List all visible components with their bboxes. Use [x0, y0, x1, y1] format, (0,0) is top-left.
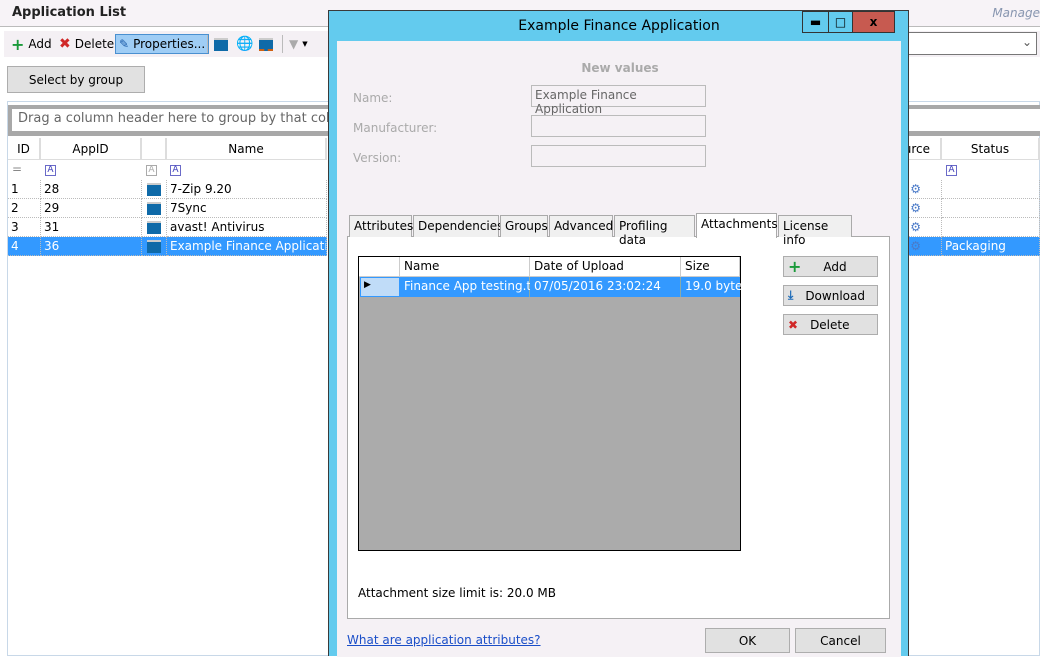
tab-profiling-data[interactable]: Profiling data — [614, 215, 695, 247]
size-limit-text: Attachment size limit is: 20.0 MB — [358, 586, 557, 600]
screen-button[interactable] — [256, 34, 276, 54]
tab-license-info[interactable]: License info — [778, 215, 852, 247]
minimize-button[interactable]: ▬ — [802, 11, 829, 33]
name-field[interactable]: Example Finance Application — [531, 85, 706, 116]
app-title: Application List — [12, 5, 127, 20]
cell-name: 7-Zip 9.20 — [167, 180, 327, 199]
section-title: New values — [581, 61, 659, 75]
column-header-appid[interactable]: AppID — [41, 138, 142, 160]
cancel-button[interactable]: Cancel — [795, 628, 886, 653]
attachment-name[interactable]: Finance App testing.txt — [400, 277, 543, 297]
column-header-status[interactable]: Status — [942, 138, 1040, 160]
cell-id: 2 — [8, 199, 41, 218]
window-icon — [214, 37, 228, 51]
text-filter-icon[interactable]: A — [170, 165, 181, 176]
select-by-group-button[interactable]: Select by group — [7, 66, 145, 93]
application-icon — [147, 182, 161, 196]
tab-groups[interactable]: Groups — [500, 215, 548, 237]
screen-icon — [259, 37, 273, 51]
globe-icon: 🌐 — [236, 36, 254, 52]
properties-button[interactable]: ✎ Properties... — [115, 34, 210, 54]
close-button[interactable]: x — [852, 11, 895, 33]
cell-status — [942, 180, 1040, 199]
manufacturer-label: Manufacturer: — [353, 121, 438, 135]
cell-id: 3 — [8, 218, 41, 237]
chevron-down-icon: ⌄ — [1021, 35, 1032, 49]
package-icon: ⚙ — [910, 239, 921, 253]
application-icon — [147, 239, 161, 253]
column-header-icon[interactable] — [142, 138, 167, 160]
row-selector[interactable]: ▶ — [360, 277, 400, 297]
delete-attachment-button[interactable]: ✖ Delete — [783, 314, 878, 335]
tab-advanced[interactable]: Advanced — [549, 215, 613, 237]
package-icon: ⚙ — [910, 182, 921, 196]
column-header-id[interactable]: ID — [8, 138, 41, 160]
tab-attachments[interactable]: Attachments — [696, 213, 778, 238]
equals-icon: = — [12, 162, 23, 176]
close-icon: ✖ — [59, 36, 71, 52]
dropdown-select[interactable]: ⌄ — [908, 32, 1037, 55]
pencil-icon: ✎ — [119, 37, 130, 51]
column-header-name[interactable]: Name — [400, 257, 530, 277]
add-attachment-button[interactable]: + Add — [783, 256, 878, 277]
cell-name: avast! Antivirus — [167, 218, 327, 237]
maximize-icon: □ — [834, 15, 847, 29]
plus-icon: + — [11, 34, 25, 54]
cell-icon — [142, 199, 167, 218]
close-icon: x — [869, 15, 878, 29]
cell-appid: 36 — [41, 237, 142, 256]
tab-dependencies[interactable]: Dependencies — [413, 215, 503, 237]
text-filter-icon[interactable]: A — [45, 165, 56, 176]
manufacturer-field[interactable] — [531, 115, 706, 137]
application-icon — [147, 220, 161, 234]
name-label: Name: — [353, 91, 393, 105]
package-icon: ⚙ — [910, 220, 921, 234]
add-button[interactable]: + Add — [8, 34, 55, 54]
application-icon — [147, 201, 161, 215]
filter-icon: ▼ — [289, 37, 299, 51]
help-link[interactable]: What are application attributes? — [347, 633, 541, 647]
cell-icon — [142, 237, 167, 256]
package-icon: ⚙ — [910, 201, 921, 215]
close-icon: ✖ — [788, 317, 799, 332]
filter-button[interactable]: ▼ ▼ — [286, 34, 311, 54]
window-button[interactable] — [211, 34, 231, 54]
manage-label: Manage — [992, 6, 1040, 20]
download-icon: ⤓ — [788, 288, 794, 302]
cell-appid: 28 — [41, 180, 142, 199]
download-attachment-button[interactable]: ⤓ Download — [783, 285, 878, 306]
text-filter-icon[interactable]: A — [946, 165, 957, 176]
cell-id: 1 — [8, 180, 41, 199]
delete-button[interactable]: ✖ Delete — [56, 34, 117, 54]
cell-name: Example Finance Application — [167, 237, 327, 256]
column-header-date[interactable]: Date of Upload — [530, 257, 681, 277]
column-header-size[interactable]: Size — [681, 257, 740, 277]
cell-icon — [142, 180, 167, 199]
row-header-column — [359, 257, 400, 277]
chevron-down-icon: ▼ — [302, 40, 308, 48]
maximize-button[interactable]: □ — [828, 11, 853, 33]
cell-name: 7Sync — [167, 199, 327, 218]
plus-icon: + — [788, 257, 802, 276]
globe-button[interactable]: 🌐 — [233, 34, 256, 54]
cell-status — [942, 199, 1040, 218]
attachment-size[interactable]: 19.0 bytes — [681, 277, 749, 297]
cell-appid: 31 — [41, 218, 142, 237]
cell-status — [942, 218, 1040, 237]
attachment-date[interactable]: 07/05/2016 23:02:24 — [530, 277, 681, 297]
version-field[interactable] — [531, 145, 706, 167]
minimize-icon: ▬ — [809, 15, 822, 29]
cell-id: 4 — [8, 237, 41, 256]
attachments-grid: Name Date of Upload Size ▶ Finance App t… — [358, 256, 749, 551]
ok-button[interactable]: OK — [705, 628, 790, 653]
version-label: Version: — [353, 151, 402, 165]
text-filter-icon[interactable]: A — [146, 165, 157, 176]
cell-status: Packaging — [942, 237, 1040, 256]
column-header-name[interactable]: Name — [167, 138, 327, 160]
caret-right-icon: ▶ — [364, 280, 371, 290]
cell-icon — [142, 218, 167, 237]
tab-attributes[interactable]: Attributes — [349, 215, 413, 237]
cell-appid: 29 — [41, 199, 142, 218]
